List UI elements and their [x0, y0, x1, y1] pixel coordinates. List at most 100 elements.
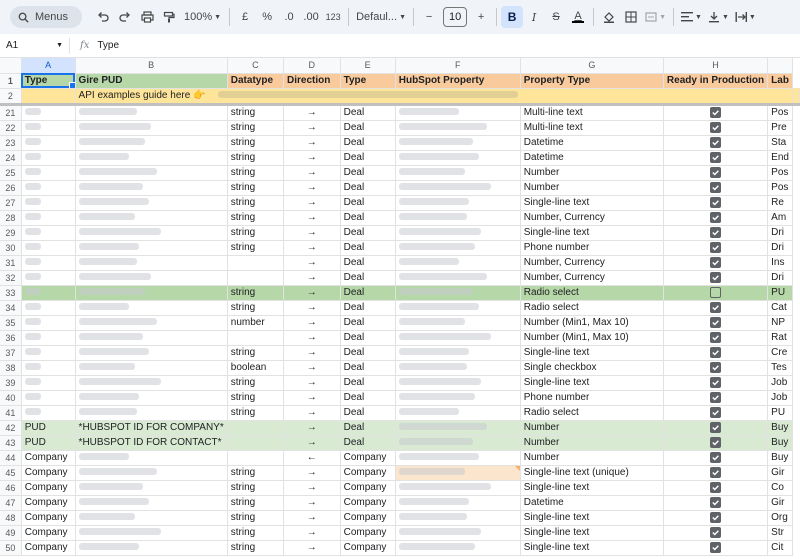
cell-label[interactable]: Org [767, 510, 793, 526]
row-number[interactable]: 33 [0, 285, 22, 301]
cell-type[interactable] [21, 405, 76, 421]
checkbox-checked[interactable] [710, 272, 722, 283]
cell-property-type[interactable]: Radio select [520, 285, 664, 301]
cell-label[interactable]: Job [767, 390, 793, 406]
row-number[interactable]: 36 [0, 330, 22, 346]
cell-property-type[interactable]: Datetime [520, 135, 664, 151]
cell-hubspot-property[interactable] [395, 285, 521, 301]
checkbox-checked[interactable] [710, 422, 722, 433]
cell-type[interactable]: Company [21, 495, 76, 511]
cell-object-type[interactable]: Deal [340, 240, 396, 256]
cell-datatype[interactable] [227, 255, 285, 271]
cell-property-type[interactable]: Phone number [520, 240, 664, 256]
cell-property-type[interactable]: Number (Min1, Max 10) [520, 330, 664, 346]
cell-datatype[interactable]: string [227, 510, 285, 526]
cell-object-type[interactable]: Company [340, 540, 396, 556]
header-type[interactable]: Type [21, 73, 76, 89]
cell-datatype[interactable]: string [227, 390, 285, 406]
cell-hubspot-property[interactable] [395, 420, 521, 436]
cell-object-type[interactable]: Deal [340, 104, 396, 121]
cell-hubspot-property[interactable] [395, 435, 521, 451]
cell-type[interactable] [21, 270, 76, 286]
checkbox-checked[interactable] [710, 257, 722, 268]
cell-label[interactable]: Sta [767, 135, 793, 151]
cell-property-type[interactable]: Single-line text [520, 525, 664, 541]
cell-datatype[interactable]: string [227, 195, 285, 211]
cell-direction[interactable]: → [283, 180, 341, 196]
cell-property-type[interactable]: Phone number [520, 390, 664, 406]
text-wrapping-button[interactable]: ▼ [732, 6, 759, 28]
cell-object-type[interactable]: Deal [340, 375, 396, 391]
checkbox-checked[interactable] [710, 302, 722, 313]
cell-direction[interactable]: → [283, 435, 341, 451]
row-number[interactable]: 34 [0, 300, 22, 316]
cell-hubspot-property[interactable] [395, 300, 521, 316]
cell-direction[interactable]: → [283, 495, 341, 511]
header-type-2[interactable]: Type [340, 73, 396, 89]
cell-label[interactable]: Cit [767, 540, 793, 556]
cell-ready[interactable] [663, 360, 769, 376]
cell-object-type[interactable]: Company [340, 525, 396, 541]
checkbox-checked[interactable] [710, 347, 722, 358]
cell-hubspot-property[interactable] [395, 480, 521, 496]
cell-ready[interactable] [663, 180, 769, 196]
fill-color-button[interactable] [598, 6, 620, 28]
cell-gire-pud[interactable] [75, 135, 228, 151]
italic-button[interactable]: I [523, 6, 545, 28]
row-number[interactable]: 41 [0, 405, 22, 421]
cell-ready[interactable] [663, 104, 769, 121]
row-number[interactable]: 35 [0, 315, 22, 331]
cell-hubspot-property[interactable] [395, 180, 521, 196]
row-number[interactable]: 44 [0, 450, 22, 466]
cell-datatype[interactable]: string [227, 225, 285, 241]
cell-property-type[interactable]: Datetime [520, 150, 664, 166]
cell-direction[interactable]: → [283, 210, 341, 226]
column-header-c[interactable]: C [227, 58, 285, 74]
cell-ready[interactable] [663, 240, 769, 256]
cell-ready[interactable] [663, 465, 769, 481]
select-all-corner[interactable] [0, 58, 22, 74]
header-gire-pud[interactable]: Gire PUD [75, 73, 228, 89]
row-number[interactable]: 25 [0, 165, 22, 181]
column-header-g[interactable]: G [520, 58, 664, 74]
cell-gire-pud[interactable] [75, 150, 228, 166]
cell-label[interactable]: Pos [767, 104, 793, 121]
checkbox-checked[interactable] [710, 497, 722, 508]
cell-hubspot-property[interactable] [395, 345, 521, 361]
cell-datatype[interactable]: string [227, 465, 285, 481]
guide-cell-a[interactable] [21, 88, 76, 106]
vertical-align-button[interactable]: ▼ [705, 6, 732, 28]
cell-label[interactable]: PU [767, 285, 793, 301]
cell-datatype[interactable]: string [227, 375, 285, 391]
zoom-select[interactable]: 100% ▼ [180, 6, 225, 28]
cell-ready[interactable] [663, 165, 769, 181]
row-number[interactable]: 27 [0, 195, 22, 211]
cell-label[interactable]: Gir [767, 465, 793, 481]
cell-property-type[interactable]: Number [520, 180, 664, 196]
cell-label[interactable]: Dri [767, 225, 793, 241]
row-number[interactable]: 24 [0, 150, 22, 166]
cell-gire-pud[interactable] [75, 180, 228, 196]
header-direction[interactable]: Direction [283, 73, 341, 89]
cell-gire-pud[interactable] [75, 330, 228, 346]
guide-cell-i[interactable] [792, 88, 800, 106]
row-number[interactable]: 43 [0, 435, 22, 451]
cell-gire-pud[interactable] [75, 165, 228, 181]
cell-property-type[interactable]: Single-line text [520, 345, 664, 361]
cell-type[interactable] [21, 240, 76, 256]
cell-ready[interactable] [663, 480, 769, 496]
cell-ready[interactable] [663, 210, 769, 226]
cell-datatype[interactable]: string [227, 165, 285, 181]
cell-type[interactable] [21, 300, 76, 316]
checkbox-checked[interactable] [710, 437, 722, 448]
header-hubspot-property[interactable]: HubSpot Property [395, 73, 521, 89]
cell-direction[interactable]: → [283, 195, 341, 211]
cell-ready[interactable] [663, 450, 769, 466]
cell-gire-pud[interactable] [75, 255, 228, 271]
cell-object-type[interactable]: Deal [340, 255, 396, 271]
cell-datatype[interactable] [227, 420, 285, 436]
row-number[interactable]: 37 [0, 345, 22, 361]
cell-hubspot-property[interactable] [395, 525, 521, 541]
row-number[interactable]: 38 [0, 360, 22, 376]
cell-ready[interactable] [663, 540, 769, 556]
